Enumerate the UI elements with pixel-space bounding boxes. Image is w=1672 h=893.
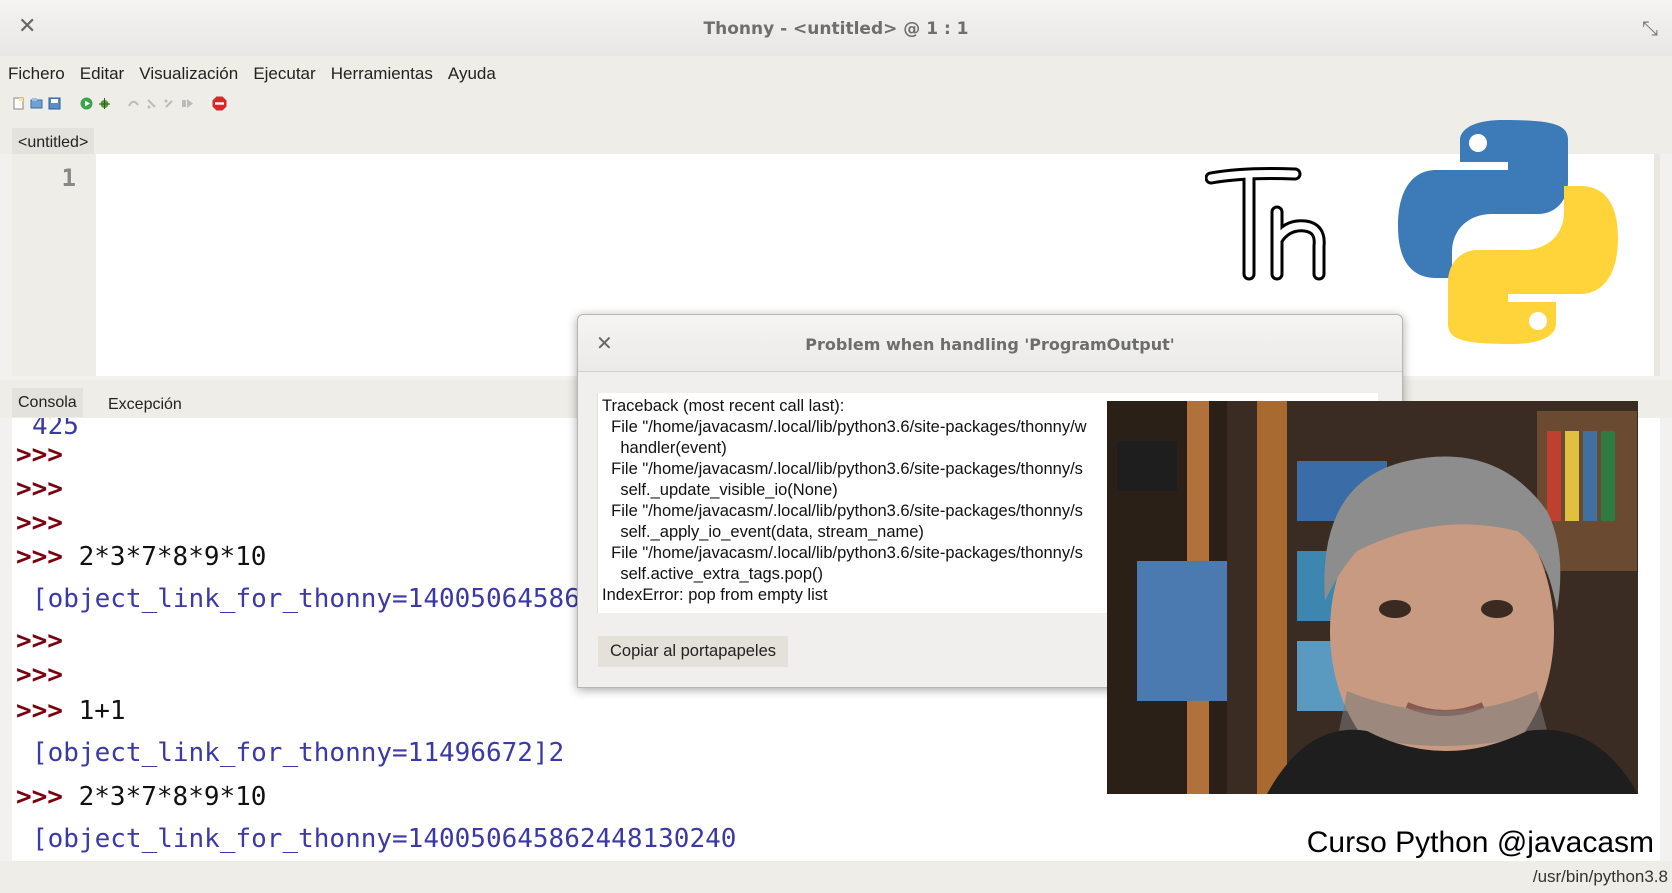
- thonny-logo-drawing: [1204, 167, 1326, 281]
- console-line: >>> 2*3*7*8*9*10: [16, 542, 267, 572]
- traceback-line: File "/home/javacasm/.local/lib/python3.…: [602, 418, 1087, 436]
- interpreter-path[interactable]: /usr/bin/python3.8: [1533, 867, 1668, 887]
- presenter-video: [1107, 401, 1638, 794]
- menu-editar[interactable]: Editar: [80, 64, 124, 84]
- status-bar: /usr/bin/python3.8: [0, 861, 1672, 893]
- console-line: >>>: [16, 440, 63, 470]
- tab-untitled[interactable]: <untitled>: [12, 128, 95, 157]
- console-line: 425: [32, 418, 79, 441]
- copy-to-clipboard-button[interactable]: Copiar al portapapeles: [598, 636, 789, 667]
- menu-fichero[interactable]: Fichero: [8, 64, 65, 84]
- traceback-line: self.active_extra_tags.pop(): [602, 565, 824, 583]
- menu-ayuda[interactable]: Ayuda: [448, 64, 496, 84]
- tab-excepcion[interactable]: Excepción: [102, 390, 188, 419]
- traceback-line: handler(event): [602, 439, 727, 457]
- menu-visualizacion[interactable]: Visualización: [139, 64, 238, 84]
- traceback-line: File "/home/javacasm/.local/lib/python3.…: [602, 460, 1083, 478]
- toolbar: [0, 90, 1672, 120]
- stop-icon[interactable]: [212, 96, 227, 111]
- debug-icon[interactable]: [98, 97, 111, 110]
- console-line: >>>: [16, 660, 63, 690]
- traceback-line: File "/home/javacasm/.local/lib/python3.…: [602, 544, 1083, 562]
- console-line: >>>: [16, 474, 63, 504]
- traceback-line: IndexError: pop from empty list: [602, 586, 828, 604]
- dialog-header: ✕ Problem when handling 'ProgramOutput': [578, 315, 1402, 372]
- resume-icon[interactable]: [181, 97, 194, 110]
- save-file-icon[interactable]: [48, 97, 61, 110]
- new-file-icon[interactable]: [12, 97, 25, 110]
- console-line: >>>: [16, 508, 63, 538]
- step-into-icon[interactable]: [145, 97, 158, 110]
- console-line: >>> 1+1: [16, 696, 126, 726]
- video-caption: Curso Python @javacasm: [1306, 826, 1654, 859]
- traceback-line: Traceback (most recent call last):: [602, 397, 845, 415]
- step-over-icon[interactable]: [127, 97, 140, 110]
- menu-herramientas[interactable]: Herramientas: [331, 64, 433, 84]
- tab-consola[interactable]: Consola: [12, 388, 83, 417]
- open-file-icon[interactable]: [30, 97, 43, 110]
- restore-window-icon[interactable]: ⤡: [1642, 16, 1658, 40]
- console-line: [object_link_for_thonny=11496672]2: [32, 738, 565, 768]
- window-title: Thonny - <untitled> @ 1 : 1: [703, 19, 969, 39]
- editor-scrollbar[interactable]: [1654, 154, 1660, 376]
- traceback-line: self._update_visible_io(None): [602, 481, 838, 499]
- python-logo: [1396, 118, 1620, 350]
- console-line: >>> 2*3*7*8*9*10: [16, 782, 267, 812]
- line-number-gutter: 1: [12, 154, 96, 376]
- thonny-logo: [1204, 162, 1335, 290]
- console-line: [object_link_for_thonny=1400506458624481…: [32, 824, 737, 854]
- menu-ejecutar[interactable]: Ejecutar: [253, 64, 315, 84]
- dialog-title: Problem when handling 'ProgramOutput': [805, 335, 1175, 354]
- title-bar: ✕ Thonny - <untitled> @ 1 : 1 ⤡: [0, 0, 1672, 57]
- webcam-overlay: [1107, 401, 1638, 794]
- run-icon[interactable]: [80, 97, 93, 110]
- traceback-line: self._apply_io_event(data, stream_name): [602, 523, 924, 541]
- line-number: 1: [61, 164, 76, 192]
- traceback-line: File "/home/javacasm/.local/lib/python3.…: [602, 502, 1083, 520]
- console-line: >>>: [16, 626, 63, 656]
- python-logo-drawing: [1398, 120, 1618, 344]
- step-out-icon[interactable]: [163, 97, 176, 110]
- menu-bar: Fichero Editar Visualización Ejecutar He…: [0, 56, 1672, 90]
